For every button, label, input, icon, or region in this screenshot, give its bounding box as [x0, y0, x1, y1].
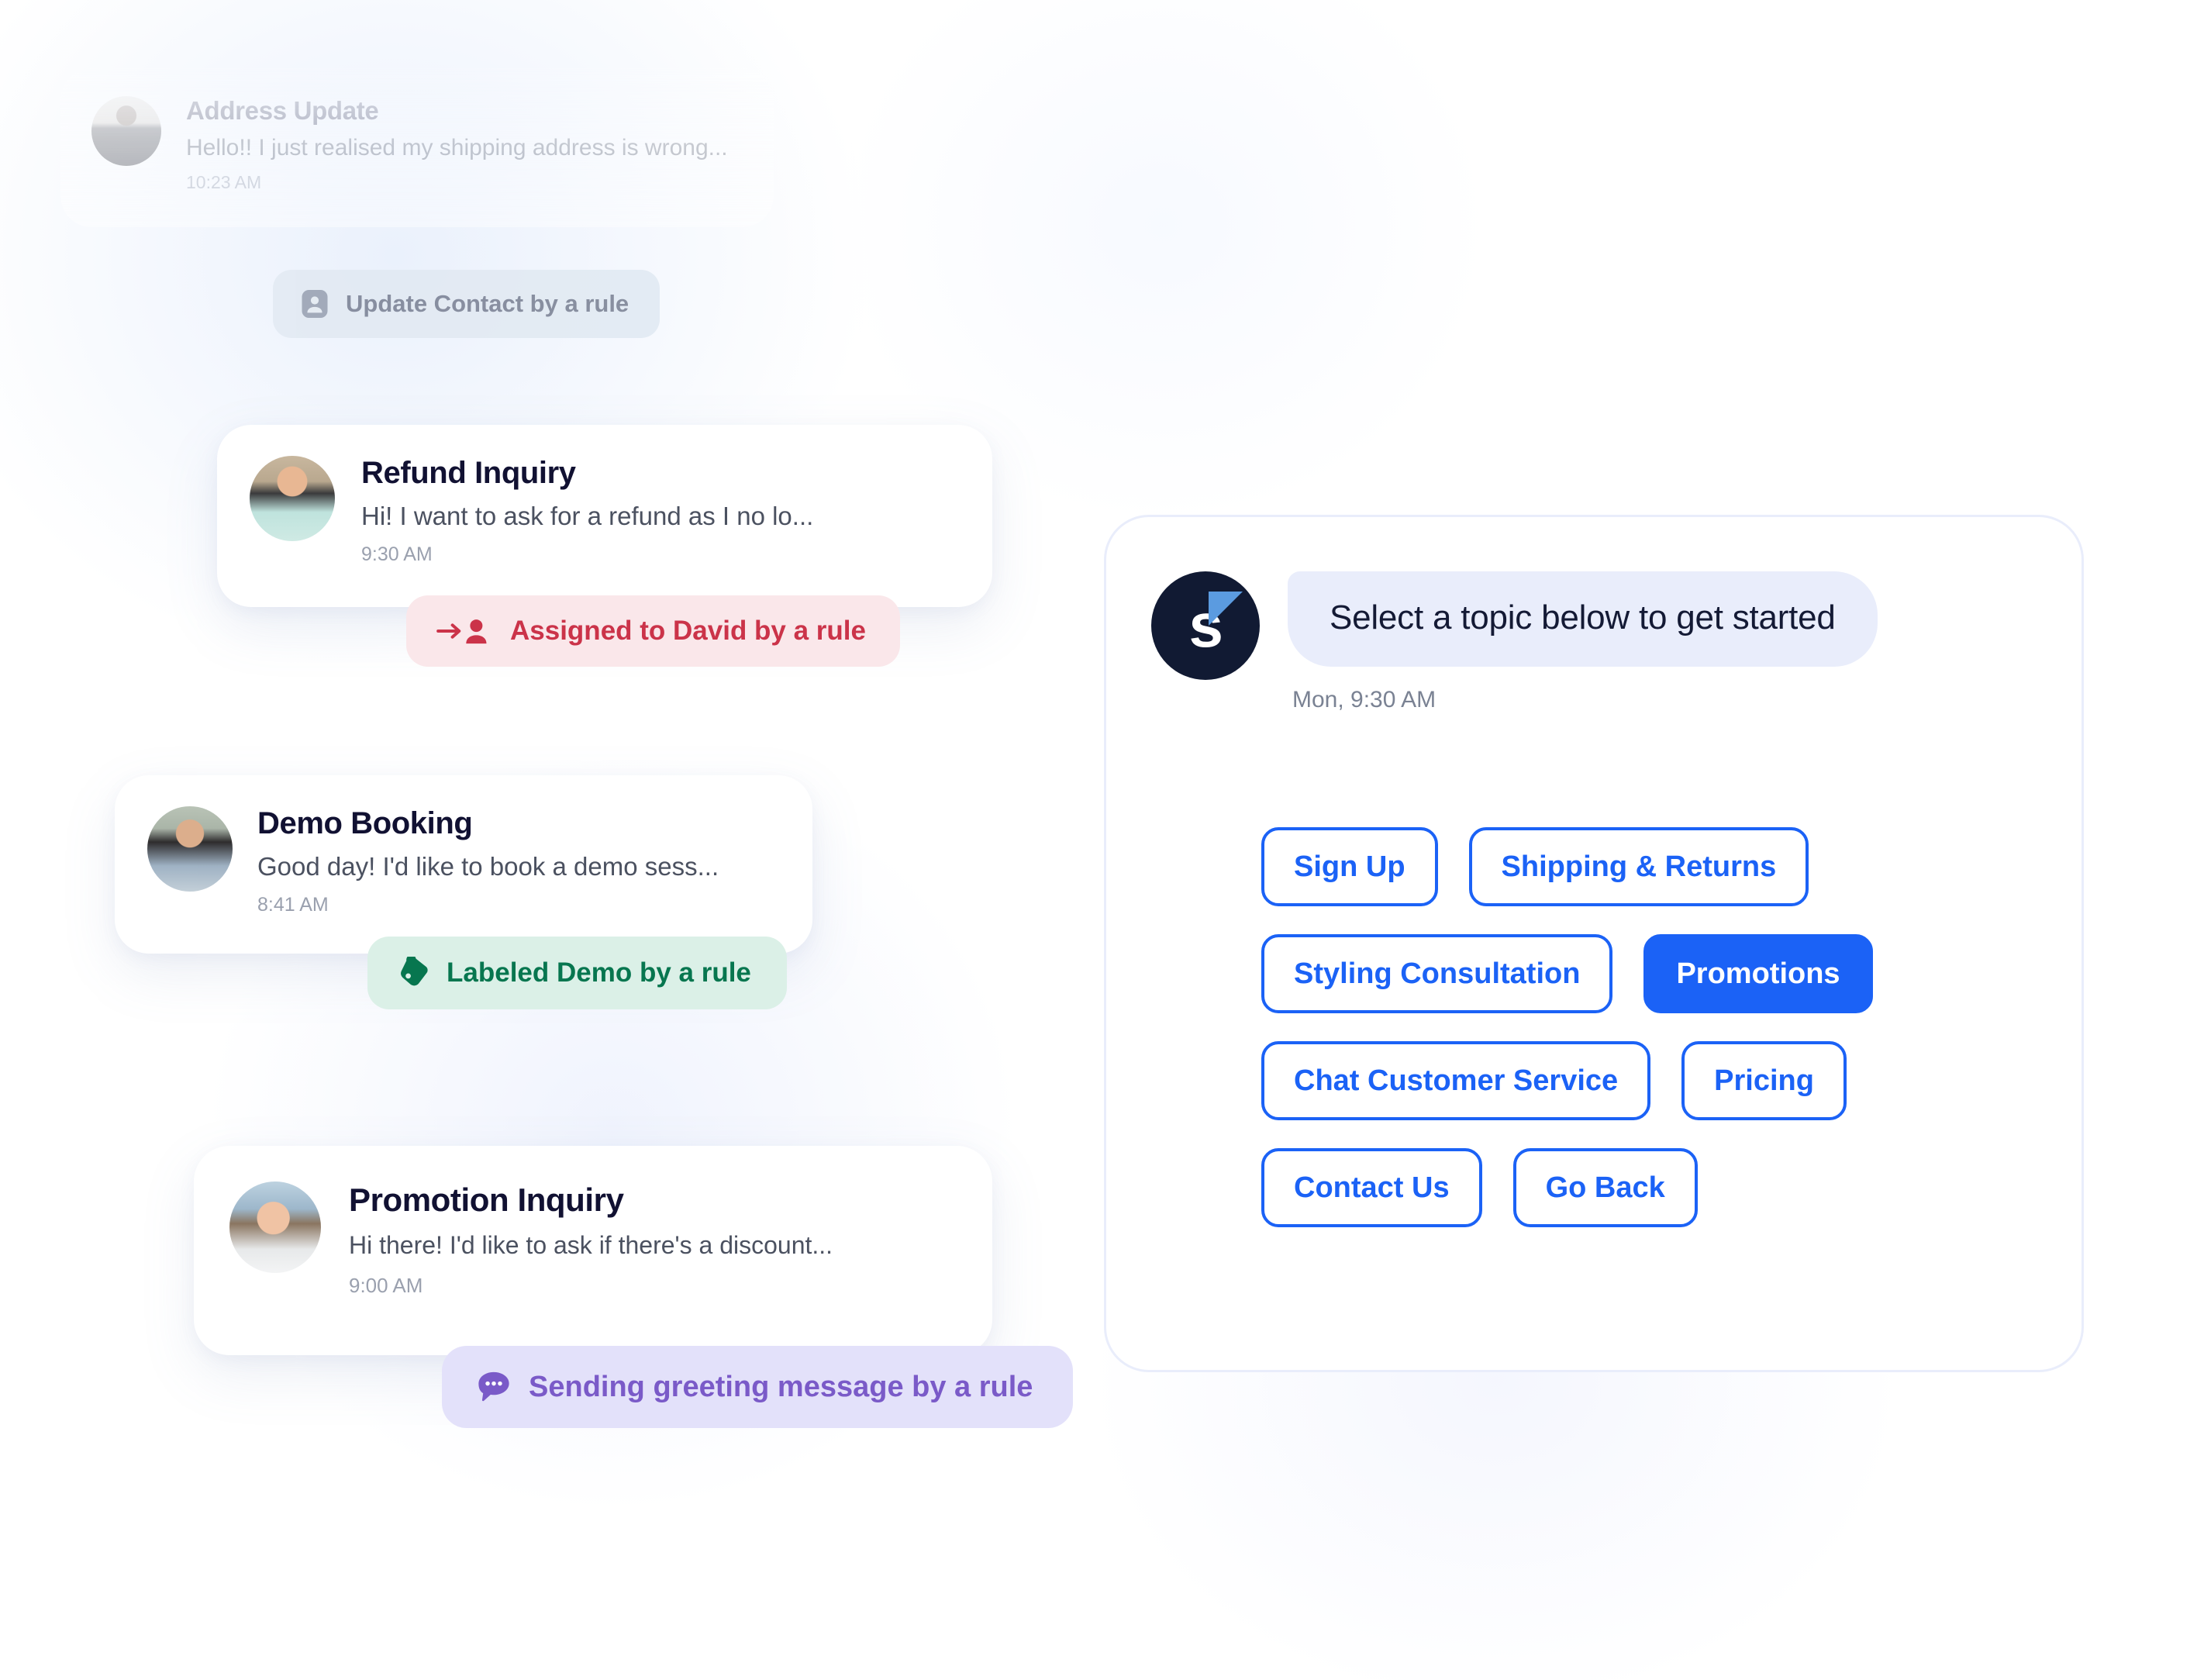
conversation-time: 8:41 AM — [257, 894, 329, 916]
avatar — [250, 456, 335, 541]
conversation-title: Refund Inquiry — [361, 456, 576, 490]
illustration-canvas: Address Update Hello!! I just realised m… — [0, 0, 2197, 1680]
rule-badge-sending-greeting[interactable]: Sending greeting message by a rule — [442, 1346, 1074, 1428]
topic-button-contact-us[interactable]: Contact Us — [1261, 1148, 1482, 1227]
rule-badge-assigned-to-david[interactable]: Assigned to David by a rule — [406, 595, 900, 667]
conversation-time: 9:30 AM — [361, 543, 433, 565]
contact-card-icon — [301, 288, 329, 319]
rule-badge-label: Labeled Demo by a rule — [447, 957, 751, 988]
background-glow-bottom-left — [31, 589, 1194, 1675]
topic-button-sign-up[interactable]: Sign Up — [1261, 827, 1438, 906]
topic-row: Chat Customer Service Pricing — [1261, 1041, 2035, 1120]
conversation-title: Demo Booking — [257, 806, 473, 840]
rule-badge-label: Assigned to David by a rule — [510, 616, 866, 646]
greeting-bubble: Select a topic below to get started — [1288, 571, 1878, 667]
tag-icon — [398, 957, 429, 989]
topic-button-group: Sign Up Shipping & Returns Styling Consu… — [1261, 827, 2035, 1255]
conversation-card-address-update[interactable]: Address Update Hello!! I just realised m… — [60, 68, 774, 227]
topic-row: Styling Consultation Promotions — [1261, 934, 2035, 1013]
rule-badge-label: Update Contact by a rule — [346, 290, 629, 317]
conversation-preview: Hi! I want to ask for a refund as I no l… — [361, 502, 814, 530]
conversation-time: 10:23 AM — [186, 172, 262, 192]
conversation-preview: Hello!! I just realised my shipping addr… — [186, 135, 728, 160]
conversation-preview: Good day! I'd like to book a demo sess..… — [257, 852, 719, 881]
topic-button-promotions[interactable]: Promotions — [1643, 934, 1873, 1013]
conversation-time: 9:00 AM — [349, 1274, 423, 1297]
greeting-timestamp: Mon, 9:30 AM — [1292, 686, 1436, 712]
brand-triangle-mark — [1209, 592, 1243, 626]
rule-badge-labeled-demo[interactable]: Labeled Demo by a rule — [367, 937, 787, 1009]
chat-greeting-row: s Select a topic below to get started Mo… — [1151, 571, 2037, 713]
topic-button-chat-customer-service[interactable]: Chat Customer Service — [1261, 1041, 1651, 1120]
avatar — [91, 96, 161, 166]
topic-row: Contact Us Go Back — [1261, 1148, 2035, 1227]
conversation-card-promotion-inquiry[interactable]: Promotion Inquiry Hi there! I'd like to … — [194, 1146, 992, 1355]
topic-button-shipping-returns[interactable]: Shipping & Returns — [1468, 827, 1809, 906]
brand-logo-icon: s — [1151, 571, 1260, 680]
rule-badge-label: Sending greeting message by a rule — [529, 1370, 1033, 1403]
avatar — [147, 806, 233, 892]
conversation-card-refund-inquiry[interactable]: Refund Inquiry Hi! I want to ask for a r… — [217, 425, 992, 607]
conversation-card-demo-booking[interactable]: Demo Booking Good day! I'd like to book … — [115, 775, 812, 954]
brand-letter: s — [1188, 591, 1224, 660]
chat-widget-panel: s Select a topic below to get started Mo… — [1104, 515, 2084, 1372]
assign-user-icon — [436, 616, 493, 647]
topic-button-pricing[interactable]: Pricing — [1681, 1041, 1847, 1120]
topic-row: Sign Up Shipping & Returns — [1261, 827, 2035, 906]
topic-button-styling-consultation[interactable]: Styling Consultation — [1261, 934, 1613, 1013]
rule-badge-update-contact[interactable]: Update Contact by a rule — [273, 270, 660, 338]
conversation-title: Address Update — [186, 96, 379, 125]
chat-bubble-ellipsis-icon — [476, 1369, 512, 1405]
topic-button-go-back[interactable]: Go Back — [1512, 1148, 1698, 1227]
avatar — [229, 1182, 321, 1273]
conversation-preview: Hi there! I'd like to ask if there's a d… — [349, 1231, 833, 1259]
conversation-title: Promotion Inquiry — [349, 1182, 624, 1218]
